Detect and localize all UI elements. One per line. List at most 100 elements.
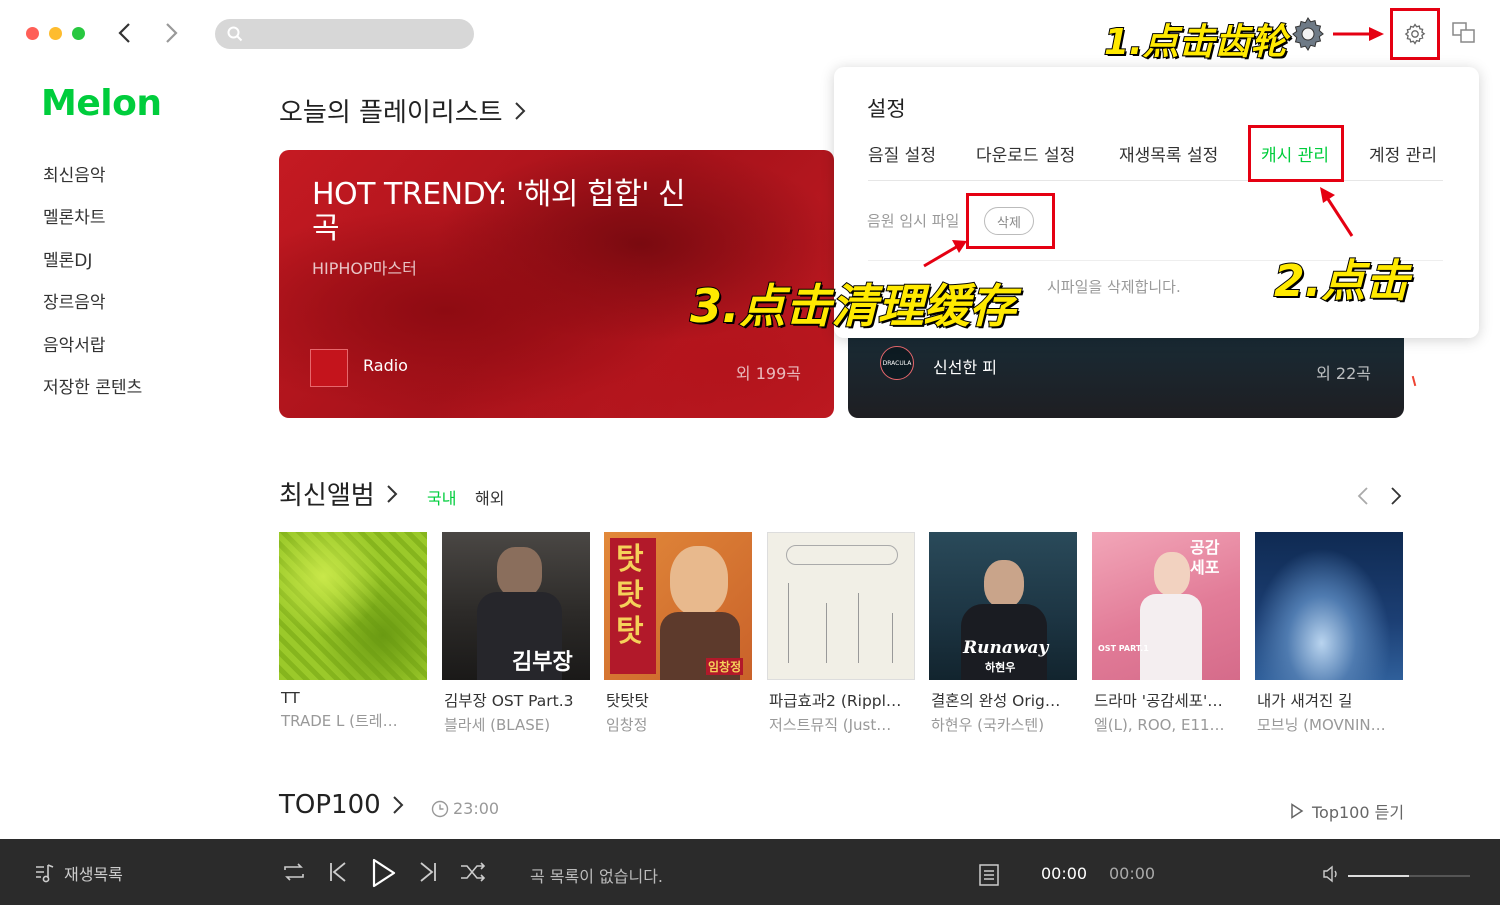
previous-page-button[interactable] bbox=[1356, 485, 1370, 511]
decoration-mark bbox=[1411, 375, 1417, 387]
sidebar-item-melon-dj[interactable]: 멜론DJ bbox=[43, 247, 142, 289]
play-icon bbox=[372, 858, 396, 888]
arrow-icon bbox=[1333, 27, 1384, 41]
album-artist[interactable]: 모브닝 (MOVNIN… bbox=[1255, 714, 1403, 735]
album-name[interactable]: 탓탓탓 bbox=[604, 689, 752, 711]
annotation-step-2: 2.点击 bbox=[1273, 255, 1410, 308]
chevron-right-icon bbox=[514, 101, 525, 120]
highlight-box bbox=[1248, 125, 1344, 182]
mute-button[interactable] bbox=[1322, 865, 1340, 887]
album-cover-text: 공감 세포 bbox=[1190, 538, 1220, 577]
top100-listen-button[interactable]: Top100 듣기 bbox=[1290, 799, 1404, 823]
minimize-window-button[interactable] bbox=[49, 27, 62, 40]
album-item[interactable]: 파급효과2 (Rippl… 저스트뮤직 (Just… bbox=[767, 532, 915, 735]
mini-player-button[interactable] bbox=[1452, 22, 1476, 48]
next-page-button[interactable] bbox=[1389, 485, 1403, 511]
filter-domestic[interactable]: 국내 bbox=[427, 485, 456, 509]
empty-queue-message: 곡 목록이 없습니다. bbox=[530, 867, 664, 886]
window-controls bbox=[26, 27, 85, 40]
tab-audio-quality[interactable]: 음질 설정 bbox=[868, 143, 936, 181]
album-name[interactable]: 파급효과2 (Rippl… bbox=[767, 689, 915, 711]
playlist-card-title: HOT TRENDY: '해외 힙합' 신곡 bbox=[312, 177, 686, 246]
album-name[interactable]: 드라마 '공감세포'… bbox=[1092, 689, 1240, 711]
today-playlist-link[interactable]: 오늘의 플레이리스트 bbox=[279, 92, 527, 129]
top100-link[interactable]: TOP100 bbox=[279, 790, 405, 820]
playlist-card-label: 신선한 피 bbox=[933, 358, 997, 377]
section-title: 최신앨범 bbox=[279, 481, 375, 511]
album-cover[interactable] bbox=[279, 532, 427, 680]
volume-slider-fill bbox=[1348, 875, 1409, 877]
album-artist[interactable]: 저스트뮤직 (Just… bbox=[767, 714, 915, 735]
sidebar-item-melon-chart[interactable]: 멜론차트 bbox=[43, 204, 142, 246]
new-albums-link[interactable]: 최신앨범 bbox=[279, 475, 399, 512]
annotation-step-3: 3.点击清理缓存 bbox=[689, 278, 1016, 334]
tab-download[interactable]: 다운로드 설정 bbox=[976, 143, 1075, 181]
current-time: 00:00 bbox=[1041, 864, 1088, 883]
zoom-window-button[interactable] bbox=[72, 27, 85, 40]
lyrics-button[interactable] bbox=[978, 863, 1000, 891]
album-artist[interactable]: 엘(L), ROO, E11… bbox=[1092, 714, 1240, 735]
settings-button[interactable] bbox=[1390, 8, 1440, 60]
playlist-button[interactable]: 재생목록 bbox=[34, 861, 123, 885]
chevron-right-icon bbox=[392, 796, 404, 814]
album-item[interactable]: 김부장 김부장 OST Part.3 블라세 (BLASE) bbox=[442, 532, 590, 735]
arrow-icon bbox=[1320, 187, 1354, 237]
sidebar-item-genre-music[interactable]: 장르음악 bbox=[43, 289, 142, 331]
album-artist[interactable]: 하현우 (국카스텐) bbox=[929, 714, 1077, 735]
album-artist[interactable]: TRADE L (트레… bbox=[279, 710, 427, 731]
album-artist[interactable]: 임창정 bbox=[604, 714, 752, 735]
album-item[interactable]: 탓탓탓 임창정 탓탓탓 임창정 bbox=[604, 532, 752, 735]
arrow-icon bbox=[923, 240, 967, 268]
section-title: TOP100 bbox=[279, 790, 381, 820]
album-item[interactable]: 내가 새겨진 길 모브닝 (MOVNIN… bbox=[1255, 532, 1403, 735]
chevron-right-icon bbox=[1391, 487, 1402, 505]
annotation-step-1: 1.点击齿轮 bbox=[1103, 21, 1288, 64]
play-icon bbox=[1291, 803, 1304, 819]
settings-tabs: 음질 설정 다운로드 설정 재생목록 설정 캐시 관리 계정 관리 bbox=[868, 143, 1443, 181]
playlist-card-label: Radio bbox=[363, 356, 408, 375]
highlight-box bbox=[966, 193, 1055, 249]
playlist-card-subtitle: HIPHOP마스터 bbox=[312, 259, 417, 278]
shuffle-icon bbox=[461, 862, 486, 882]
album-cover[interactable] bbox=[767, 532, 915, 680]
chevron-right-icon bbox=[386, 484, 398, 503]
album-cover[interactable]: 탓탓탓 임창정 bbox=[604, 532, 752, 680]
cache-label: 음원 임시 파일 bbox=[867, 212, 960, 230]
album-name[interactable]: TT bbox=[279, 689, 427, 707]
album-artist[interactable]: 블라세 (BLASE) bbox=[442, 714, 590, 735]
repeat-icon bbox=[284, 863, 304, 881]
sidebar-item-saved-content[interactable]: 저장한 콘텐츠 bbox=[43, 374, 142, 416]
tab-account[interactable]: 계정 관리 bbox=[1369, 143, 1437, 181]
next-track-button[interactable] bbox=[416, 859, 440, 889]
sidebar-item-latest-music[interactable]: 최신음악 bbox=[43, 162, 142, 204]
album-name[interactable]: 결혼의 완성 Orig… bbox=[929, 689, 1077, 711]
tab-playlist[interactable]: 재생목록 설정 bbox=[1119, 143, 1218, 181]
album-item[interactable]: 공감 세포 OST PART.1 드라마 '공감세포'… 엘(L), ROO, … bbox=[1092, 532, 1240, 735]
filter-foreign[interactable]: 해외 bbox=[475, 485, 504, 509]
back-button[interactable] bbox=[112, 18, 138, 48]
album-item[interactable]: Runaway 하현우 결혼의 완성 Orig… 하현우 (국카스텐) bbox=[929, 532, 1077, 735]
album-name[interactable]: 김부장 OST Part.3 bbox=[442, 689, 590, 711]
album-cover[interactable]: 공감 세포 OST PART.1 bbox=[1092, 532, 1240, 680]
album-cover-subtext: 임창정 bbox=[706, 658, 744, 675]
album-cover[interactable]: 김부장 bbox=[442, 532, 590, 680]
close-window-button[interactable] bbox=[26, 27, 39, 40]
play-button[interactable] bbox=[370, 857, 398, 893]
document-icon bbox=[979, 864, 999, 886]
sidebar-item-music-drawer[interactable]: 음악서랍 bbox=[43, 332, 142, 374]
album-item[interactable]: TT TRADE L (트레… bbox=[279, 532, 427, 731]
melon-logo[interactable]: Melon bbox=[41, 83, 162, 124]
forward-button[interactable] bbox=[158, 18, 184, 48]
shuffle-button[interactable] bbox=[459, 859, 487, 889]
gear-icon bbox=[1404, 23, 1426, 45]
repeat-button[interactable] bbox=[281, 859, 307, 889]
top100-time: 23:00 bbox=[453, 799, 500, 818]
section-title: 오늘의 플레이리스트 bbox=[279, 98, 503, 128]
search-input[interactable] bbox=[215, 19, 474, 49]
previous-track-button[interactable] bbox=[326, 859, 350, 889]
album-cover[interactable] bbox=[1255, 532, 1403, 680]
album-cover[interactable]: Runaway 하현우 bbox=[929, 532, 1077, 680]
album-name[interactable]: 내가 새겨진 길 bbox=[1255, 689, 1403, 711]
search-icon bbox=[227, 26, 243, 42]
volume-slider[interactable] bbox=[1348, 875, 1470, 877]
